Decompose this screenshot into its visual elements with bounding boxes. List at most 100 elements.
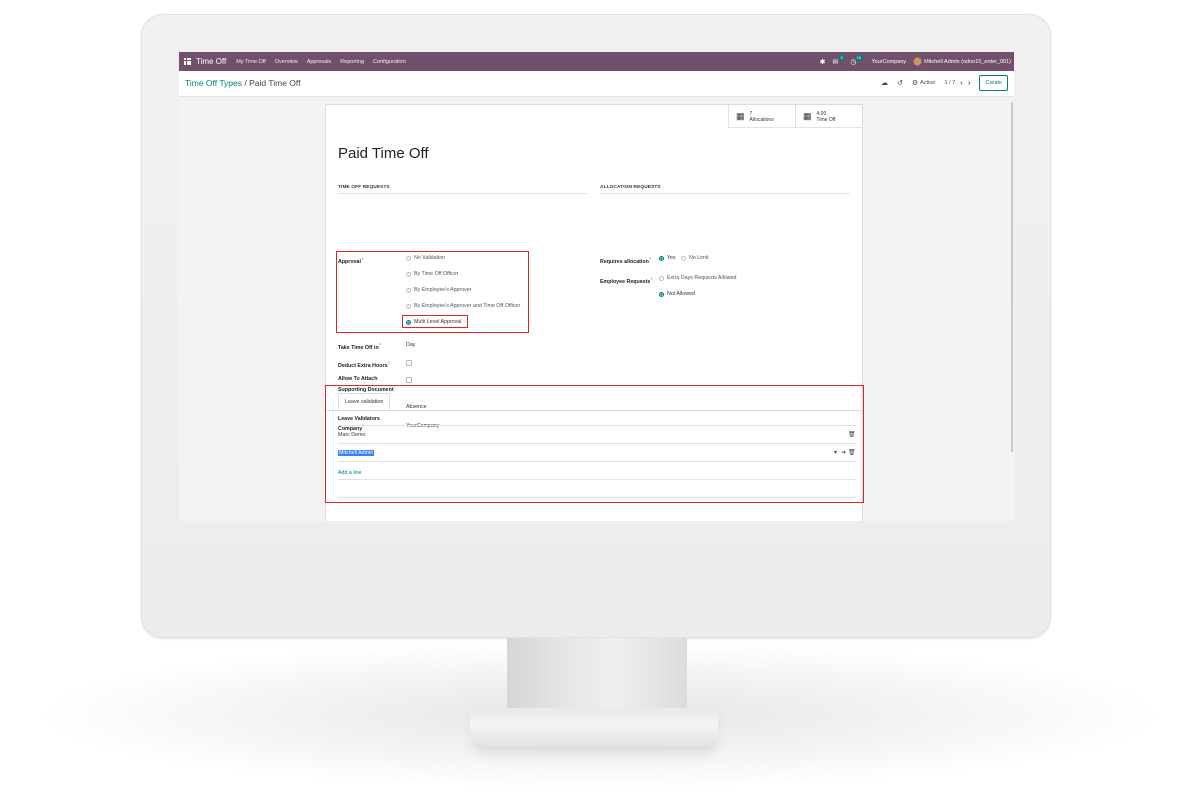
requires-allocation-no-limit[interactable]: No Limit: [681, 255, 708, 261]
breadcrumb-parent[interactable]: Time Off Types: [185, 78, 242, 88]
scrollbar[interactable]: [1011, 102, 1013, 452]
radio-checked-icon: [406, 319, 411, 325]
list-divider: [338, 461, 856, 462]
user-name: Mitchell Admin (odoo15_enter_001): [924, 58, 1011, 65]
validator-row-mitchell-admin[interactable]: Mitchell Admin: [338, 450, 375, 456]
requires-allocation-yes[interactable]: Yes: [659, 255, 676, 261]
approval-option-no-validation[interactable]: No Validation: [406, 255, 445, 261]
radio-icon: [406, 271, 411, 277]
approval-option-multi-level[interactable]: Multi Level Approval: [406, 319, 461, 325]
employee-requests-not-allowed[interactable]: Not Allowed: [659, 291, 695, 297]
deduct-extra-hours-label: Deduct Extra Hours?: [338, 359, 390, 370]
add-a-line-link[interactable]: Add a line: [338, 470, 362, 476]
pager: 1 / 7 ‹ ›: [944, 79, 970, 87]
allow-attach-label: Allow To Attach Supporting Document?: [338, 376, 396, 394]
calendar-icon: ▦: [803, 111, 812, 121]
label-text: Deduct Extra Hours: [338, 362, 388, 369]
activity-count-badge: 16: [855, 54, 863, 61]
chat-count-badge: 5: [839, 54, 845, 61]
form-sheet: ▦ 7 Allocations ▦ 4.00 Time Off Paid Tim…: [325, 104, 864, 521]
gear-icon: ⚙: [911, 80, 919, 87]
allocations-smart-button[interactable]: ▦ 7 Allocations: [728, 105, 795, 128]
validator-row-marc-demo[interactable]: Marc Demo: [338, 432, 365, 438]
help-icon[interactable]: ?: [361, 256, 363, 261]
radio-checked-icon: [659, 255, 664, 261]
option-label: Multi Level Approval: [414, 319, 462, 325]
help-icon[interactable]: ?: [394, 384, 396, 389]
action-menu-button[interactable]: ⚙ Action: [912, 79, 936, 87]
deduct-extra-hours-checkbox[interactable]: [406, 360, 412, 366]
external-link-arrow-icon[interactable]: ➜: [841, 449, 846, 456]
activity-clock-icon[interactable]: ◷ 16: [850, 54, 863, 66]
pager-value[interactable]: 1 / 7: [944, 80, 955, 86]
trash-icon[interactable]: 🗑: [848, 449, 856, 456]
trash-icon[interactable]: 🗑: [848, 431, 856, 438]
help-icon[interactable]: ?: [650, 276, 652, 281]
notebook-highlight-box: [325, 385, 864, 503]
monitor-neck: [507, 638, 687, 710]
employee-requests-label: Employee Requests?: [600, 275, 653, 286]
menu-approvals[interactable]: Approvals: [307, 59, 331, 65]
smart-buttons: ▦ 7 Allocations ▦ 4.00 Time Off: [728, 105, 862, 128]
breadcrumb-separator: /: [244, 78, 247, 88]
help-icon[interactable]: ?: [387, 360, 389, 365]
company-value[interactable]: YourCompany: [406, 423, 439, 429]
dropdown-caret-icon[interactable]: ▾: [834, 449, 837, 456]
bug-icon[interactable]: ✱: [820, 58, 826, 66]
list-divider: [338, 443, 856, 444]
label-text: Supporting Document: [338, 386, 394, 393]
list-divider: [338, 425, 856, 426]
radio-icon: [406, 303, 411, 309]
chevron-left-icon[interactable]: ‹: [960, 79, 963, 87]
menu-overview[interactable]: Overview: [275, 59, 298, 65]
approval-option-approver[interactable]: By Employee's Approver: [406, 287, 472, 293]
allow-attach-checkbox[interactable]: [406, 377, 412, 383]
user-menu[interactable]: Mitchell Admin (odoo15_enter_001): [913, 57, 1011, 66]
action-label: Action: [920, 80, 936, 86]
menu-my-time-off[interactable]: My Time Off: [236, 59, 266, 65]
list-divider: [338, 497, 856, 498]
radio-icon: [406, 287, 411, 293]
menu-reporting[interactable]: Reporting: [340, 59, 364, 65]
approval-label-text: Approval: [338, 258, 361, 265]
help-icon[interactable]: ?: [379, 342, 381, 347]
avatar: [913, 57, 923, 66]
take-time-off-label: Take Time Off in?: [338, 341, 381, 352]
requires-allocation-label: Requires allocation?: [600, 255, 651, 266]
app-name[interactable]: Time Off: [196, 57, 226, 66]
notebook-tab-border: [326, 410, 862, 411]
label-text: Employee Requests: [600, 278, 651, 285]
control-panel-right: ☁ ↺ ⚙ Action 1 / 7 ‹ › Create: [881, 75, 1008, 91]
record-title[interactable]: Paid Time Off: [338, 145, 429, 162]
label-text: Allow To Attach: [338, 376, 378, 382]
tab-leave-validation[interactable]: Leave validation: [338, 393, 391, 410]
option-label: Not Allowed: [667, 291, 695, 297]
discard-icon[interactable]: ↺: [897, 79, 903, 87]
allocations-label: Allocations: [749, 116, 774, 123]
approval-option-officer[interactable]: By Time Off Officer: [406, 271, 459, 277]
save-cloud-icon[interactable]: ☁: [881, 79, 888, 87]
calendar-icon: ▦: [736, 111, 745, 121]
take-time-off-value[interactable]: Day: [406, 342, 415, 348]
navbar-systray: ✱ ✉ 5 ◷ 16 YourCompany Mitchell Admin (odo…: [820, 54, 1014, 66]
top-navbar: Time Off My Time Off Overview Approvals …: [179, 52, 1014, 71]
radio-icon: [406, 255, 411, 261]
help-icon[interactable]: ?: [649, 256, 651, 261]
chat-icon[interactable]: ✉ 5: [833, 54, 845, 66]
leave-validators-heading: Leave Validators: [338, 416, 380, 422]
option-label: Extra Days Requests Allowed: [667, 275, 737, 281]
label-text: Company: [338, 425, 363, 432]
chevron-right-icon[interactable]: ›: [968, 79, 971, 87]
breadcrumb-current: Paid Time Off: [249, 78, 301, 88]
time-off-smart-button[interactable]: ▦ 4.00 Time Off: [795, 105, 862, 128]
smart-text: 4.00 Time Off: [817, 111, 836, 123]
monitor-stand: [470, 708, 718, 750]
employee-requests-extra-days[interactable]: Extra Days Requests Allowed: [659, 275, 736, 281]
create-button[interactable]: Create: [979, 75, 1008, 91]
menu-configuration[interactable]: Configuration: [373, 59, 406, 65]
smart-text: 7 Allocations: [750, 111, 774, 123]
apps-menu-icon[interactable]: [184, 58, 191, 65]
company-switcher[interactable]: YourCompany: [872, 59, 907, 65]
time-off-requests-heading: TIME OFF REQUESTS: [338, 185, 588, 194]
approval-option-both[interactable]: By Employee's Approver and Time Off Offi…: [406, 303, 520, 309]
